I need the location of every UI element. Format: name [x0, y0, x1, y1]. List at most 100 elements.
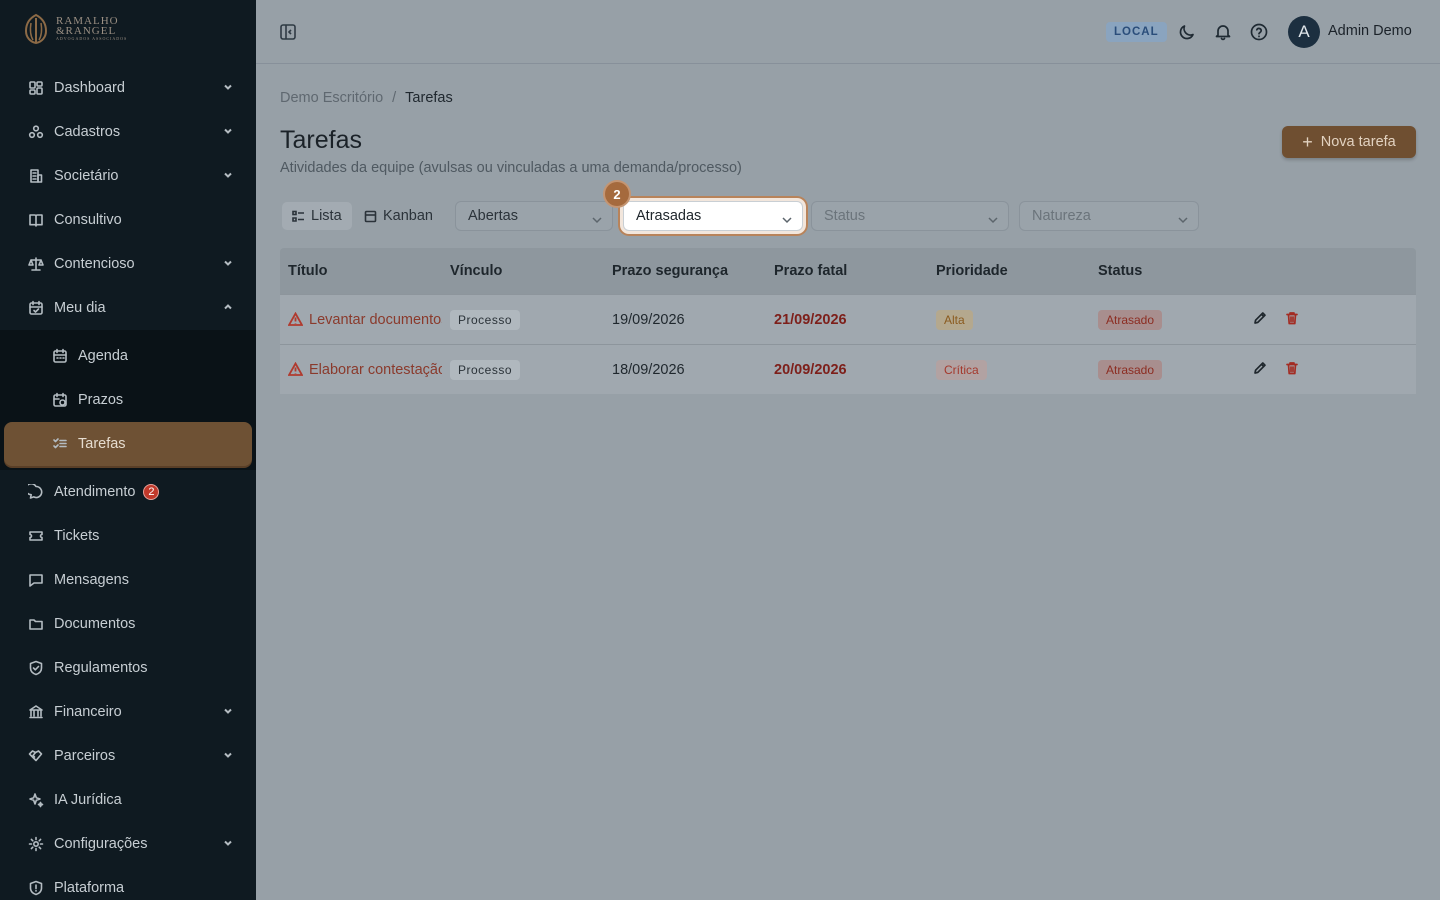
view-kanban-button[interactable]: Kanban [354, 202, 443, 230]
sidebar-item-atendimento[interactable]: Atendimento 2 [0, 470, 256, 514]
sidebar-item-contencioso[interactable]: Contencioso [0, 242, 256, 286]
view-list-label: Lista [311, 208, 342, 224]
avatar[interactable]: A [1288, 16, 1320, 48]
sidebar-item-societario[interactable]: Societário [0, 154, 256, 198]
chat-icon [28, 484, 44, 500]
sidebar-item-label: Meu dia [54, 300, 106, 316]
moon-icon[interactable] [1177, 22, 1197, 42]
deadline-select[interactable]: Atrasadas [623, 201, 803, 231]
calendar-clock-icon [52, 392, 68, 408]
sidebar-item-dashboard[interactable]: Dashboard [0, 66, 256, 110]
edit-icon[interactable] [1252, 310, 1268, 330]
sidebar-item-tarefas[interactable]: Tarefas [4, 422, 252, 466]
chevron-down-icon [222, 81, 234, 93]
sidebar-item-financeiro[interactable]: Financeiro [0, 690, 256, 734]
breadcrumb: Demo Escritório / Tarefas [280, 90, 453, 106]
step-badge: 2 [605, 182, 629, 206]
book-icon [28, 212, 44, 228]
new-task-label: Nova tarefa [1320, 134, 1396, 150]
sidebar: RAMALHO &RANGEL ADVOGADOS ASSOCIADOS Das… [0, 0, 256, 900]
user-name[interactable]: Admin Demo [1328, 23, 1412, 39]
sidebar-item-ia-juridica[interactable]: IA Jurídica [0, 778, 256, 822]
sidebar-item-label: Consultivo [54, 212, 122, 228]
column-header-fatal-deadline[interactable]: Prazo fatal [766, 263, 928, 279]
nature-select[interactable]: Natureza [1019, 201, 1199, 231]
sidebar-item-meu-dia[interactable]: Meu dia [0, 286, 256, 330]
sidebar-item-label: Atendimento [54, 484, 136, 500]
ticket-icon [28, 528, 44, 544]
sidebar-item-label: Parceiros [54, 748, 116, 764]
tasks-table: Título Vínculo Prazo segurança Prazo fat… [280, 248, 1416, 394]
sidebar-item-label: Dashboard [54, 80, 125, 96]
view-kanban-label: Kanban [383, 208, 433, 224]
table-row[interactable]: Elaborar contestação Processo 18/09/2026… [280, 344, 1416, 394]
breadcrumb-current: Tarefas [405, 90, 453, 106]
help-icon[interactable] [1249, 22, 1269, 42]
sidebar-item-configuracoes[interactable]: Configurações [0, 822, 256, 866]
priority-badge: Alta [936, 309, 973, 330]
column-header-title[interactable]: Título [280, 263, 442, 279]
sidebar-item-label: Cadastros [54, 124, 121, 140]
new-task-button[interactable]: + Nova tarefa [1282, 126, 1416, 158]
scope-select[interactable]: Abertas [455, 201, 613, 231]
page-title: Tarefas [280, 126, 362, 154]
meu-dia-submenu: Agenda Prazos Tarefas [0, 330, 256, 470]
chevron-down-icon [592, 212, 602, 224]
page-subtitle: Atividades da equipe (avulsas ou vincula… [280, 160, 742, 176]
fatal-deadline: 20/09/2026 [774, 361, 847, 378]
logo-mark-icon [24, 13, 48, 45]
sidebar-toggle-icon[interactable] [278, 22, 298, 42]
column-header-priority[interactable]: Prioridade [928, 263, 1090, 279]
task-title[interactable]: Levantar documentos [309, 312, 442, 328]
sidebar-item-parceiros[interactable]: Parceiros [0, 734, 256, 778]
dashboard-icon [28, 80, 44, 96]
sidebar-item-consultivo[interactable]: Consultivo [0, 198, 256, 242]
chevron-down-icon [782, 212, 792, 224]
status-badge: Atrasado [1098, 359, 1163, 380]
column-header-safety-deadline[interactable]: Prazo segurança [604, 263, 766, 279]
brand-tagline: ADVOGADOS ASSOCIADOS [56, 36, 128, 41]
view-list-button[interactable]: Lista [282, 202, 352, 230]
chevron-down-icon [222, 169, 234, 181]
brand-logo[interactable]: RAMALHO &RANGEL ADVOGADOS ASSOCIADOS [24, 12, 127, 46]
task-title[interactable]: Elaborar contestação [309, 362, 442, 378]
sidebar-item-regulamentos[interactable]: Regulamentos [0, 646, 256, 690]
sidebar-item-tickets[interactable]: Tickets [0, 514, 256, 558]
column-header-status[interactable]: Status [1090, 263, 1252, 279]
scope-select-value: Abertas [468, 208, 518, 224]
sidebar-item-mensagens[interactable]: Mensagens [0, 558, 256, 602]
building-icon [28, 168, 44, 184]
plus-icon: + [1302, 132, 1313, 152]
environment-badge: LOCAL [1106, 22, 1167, 42]
shield-alert-icon [28, 880, 44, 896]
sidebar-item-cadastros[interactable]: Cadastros [0, 110, 256, 154]
breadcrumb-separator: / [392, 90, 397, 106]
column-header-link[interactable]: Vínculo [442, 263, 604, 279]
link-chip: Processo [450, 359, 521, 380]
sidebar-item-agenda[interactable]: Agenda [0, 334, 256, 378]
shield-icon [28, 660, 44, 676]
status-select[interactable]: Status [811, 201, 1009, 231]
sidebar-item-plataforma[interactable]: Plataforma [0, 866, 256, 900]
sidebar-item-label: Mensagens [54, 572, 129, 588]
deadline-select-value: Atrasadas [636, 208, 702, 224]
breadcrumb-parent[interactable]: Demo Escritório [280, 90, 383, 106]
filters-bar: Lista Kanban Abertas Atrasadas 2 Status … [280, 182, 1420, 232]
trash-icon[interactable] [1284, 310, 1300, 330]
task-link-cell: Processo [442, 309, 604, 330]
bell-icon[interactable] [1213, 22, 1233, 42]
list-icon [292, 210, 304, 222]
sidebar-item-prazos[interactable]: Prazos [0, 378, 256, 422]
row-actions [1252, 360, 1416, 380]
chevron-down-icon [222, 125, 234, 137]
main-content: Demo Escritório / Tarefas Tarefas Ativid… [256, 64, 1440, 900]
edit-icon[interactable] [1252, 360, 1268, 380]
priority-cell: Crítica [928, 359, 1090, 380]
trash-icon[interactable] [1284, 360, 1300, 380]
table-row[interactable]: Levantar documentos Processo 19/09/2026 … [280, 294, 1416, 344]
chevron-down-icon [1178, 212, 1188, 224]
sidebar-item-documentos[interactable]: Documentos [0, 602, 256, 646]
calendar-check-icon [28, 300, 44, 316]
task-title-cell[interactable]: Elaborar contestação [280, 362, 442, 378]
task-title-cell[interactable]: Levantar documentos [280, 312, 442, 328]
